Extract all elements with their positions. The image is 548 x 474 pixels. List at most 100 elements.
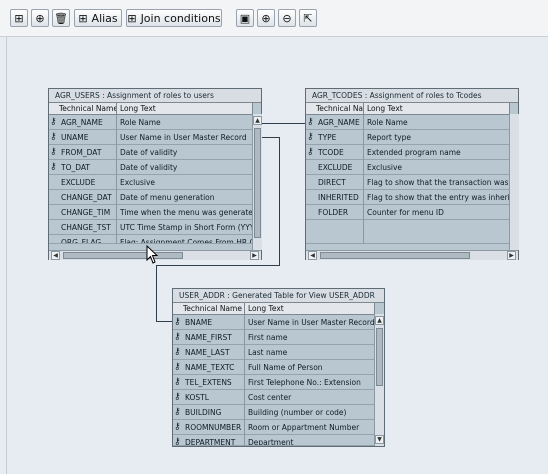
field-name: BNAME — [185, 318, 213, 327]
zoom-in-button[interactable]: ⊕ — [257, 9, 275, 27]
table-row[interactable]: ⚷ AGR_NAME Role Name — [306, 115, 510, 130]
table-title[interactable]: AGR_TCODES : Assignment of roles to Tcod… — [306, 89, 518, 103]
scroll-thumb[interactable] — [320, 252, 470, 259]
delete-table-button[interactable]: 🗑 — [52, 9, 70, 27]
field-text: Report type — [364, 130, 510, 145]
scroll-thumb[interactable] — [376, 328, 383, 386]
field-name: CHANGE_DAT — [49, 190, 117, 205]
table-row[interactable]: ⚷ ROOMNUMBER Room or Appartment Number — [173, 420, 375, 435]
table-row[interactable]: ⚷ KOSTL Cost center — [173, 390, 375, 405]
table-agr-users[interactable]: AGR_USERS : Assignment of roles to users… — [48, 88, 262, 260]
field-text: First name — [245, 330, 375, 345]
key-field-icon: ⚷ — [174, 332, 181, 342]
zoom-out-icon: ⊖ — [282, 11, 292, 25]
table-row[interactable]: ⚷ UNAME User Name in User Master Record — [49, 130, 253, 145]
key-field-icon: ⚷ — [174, 362, 181, 372]
join-line-agr-name — [258, 123, 305, 124]
join-conditions-button[interactable]: ⊞ Join conditions — [126, 9, 222, 27]
table-row[interactable]: INHERITED Flag to show that the entry wa… — [306, 190, 510, 205]
key-field-icon: ⚷ — [50, 117, 57, 127]
table-row[interactable]: ORG_FLAG Flag: Assignment Comes From HR … — [49, 235, 253, 244]
table-row[interactable]: CHANGE_TIM Time when the menu was genera… — [49, 205, 253, 220]
scroll-left-icon[interactable]: ◀ — [308, 251, 317, 260]
field-name: EXCLUDE — [306, 160, 364, 175]
field-text: Flag: Assignment Comes From HR Org — [117, 235, 253, 244]
key-field-icon: ⚷ — [307, 147, 314, 157]
table-row[interactable]: ⚷ DEPARTMENT Department — [173, 435, 375, 446]
table-row[interactable]: ⚷ TO_DAT Date of validity — [49, 160, 253, 175]
table-row[interactable]: ⚷ BUILDING Building (number or code) — [173, 405, 375, 420]
join-icon: ⊞ — [127, 11, 137, 25]
scroll-left-icon[interactable]: ◀ — [51, 251, 60, 260]
field-name: NAME_LAST — [185, 348, 230, 357]
table-row[interactable]: DIRECT Flag to show that the transaction… — [306, 175, 510, 190]
table-header: Technical Name Long Text — [306, 103, 510, 115]
field-text: Role Name — [117, 115, 253, 130]
horizontal-scrollbar[interactable]: ◀ ▶ — [306, 250, 518, 260]
scroll-thumb[interactable] — [63, 252, 183, 259]
scroll-thumb[interactable] — [254, 128, 261, 238]
alias-label: Alias — [91, 11, 118, 25]
zoom-out-button[interactable]: ⊖ — [278, 9, 296, 27]
alias-icon: ⊞ — [78, 11, 88, 25]
table-row[interactable]: CHANGE_TST UTC Time Stamp in Short Form … — [49, 220, 253, 235]
scroll-right-icon[interactable]: ▶ — [507, 251, 516, 260]
key-field-icon: ⚷ — [174, 347, 181, 357]
field-text: Counter for menu ID — [364, 205, 510, 220]
table-row[interactable]: ⚷ BNAME User Name in User Master Record — [173, 315, 375, 330]
export-button[interactable]: ⇱ — [299, 9, 317, 27]
table-header: Technical Name Long Text — [173, 303, 375, 315]
scroll-up-icon[interactable]: ▲ — [253, 116, 262, 125]
table-row[interactable]: FOLDER Counter for menu ID — [306, 205, 510, 220]
table-row[interactable]: EXCLUDE Exclusive — [49, 175, 253, 190]
field-text: Role Name — [364, 115, 510, 130]
vertical-scrollbar[interactable]: ▲ ▼ — [374, 314, 384, 446]
insert-table-button[interactable]: ⊕ — [31, 9, 49, 27]
table-row[interactable]: ⚷ NAME_TEXTC Full Name of Person — [173, 360, 375, 375]
header-long-text: Long Text — [245, 303, 375, 314]
alias-button[interactable]: ⊞ Alias — [74, 9, 122, 27]
field-name: TCODE — [318, 148, 344, 157]
field-text: Exclusive — [364, 160, 510, 175]
field-name: TO_DAT — [61, 163, 91, 172]
scroll-up-icon[interactable]: ▲ — [375, 316, 384, 325]
header-long-text: Long Text — [117, 103, 253, 114]
table-row[interactable]: ⚷ TCODE Extended program name — [306, 145, 510, 160]
field-text: User Name in User Master Record — [245, 315, 375, 330]
overview-icon: ▣ — [239, 11, 251, 25]
overview-button[interactable]: ▣ — [236, 9, 254, 27]
table-row[interactable]: ⚷ TYPE Report type — [306, 130, 510, 145]
table-row[interactable]: CHANGE_DAT Date of menu generation — [49, 190, 253, 205]
table-row[interactable]: ⚷ FROM_DAT Date of validity — [49, 145, 253, 160]
field-name: CHANGE_TIM — [49, 205, 117, 220]
scroll-down-icon[interactable]: ▼ — [375, 435, 384, 444]
insert-table-icon: ⊕ — [35, 11, 45, 25]
table-row[interactable]: EXCLUDE Exclusive — [306, 160, 510, 175]
table-row[interactable]: ⚷ TEL_EXTENS First Telephone No.: Extensi… — [173, 375, 375, 390]
field-name: EXCLUDE — [49, 175, 117, 190]
field-name: FROM_DAT — [61, 148, 102, 157]
table-row[interactable]: ⚷ AGR_NAME Role Name — [49, 115, 253, 130]
key-field-icon: ⚷ — [307, 117, 314, 127]
field-text: Room or Appartment Number — [245, 420, 375, 435]
table-title[interactable]: USER_ADDR : Generated Table for View USE… — [173, 289, 384, 303]
field-text: Department — [245, 435, 375, 446]
header-technical-name: Technical Name — [173, 303, 245, 314]
scroll-right-icon[interactable]: ▶ — [250, 251, 259, 260]
toolbar: ⊞ ⊕ 🗑 ⊞ Alias ⊞ Join conditions ▣ ⊕ ⊖ ⇱ — [0, 0, 548, 37]
display-tables-button[interactable]: ⊞ — [10, 9, 28, 27]
key-field-icon: ⚷ — [174, 437, 181, 446]
field-text: Date of menu generation — [117, 190, 253, 205]
table-row[interactable]: ⚷ NAME_LAST Last name — [173, 345, 375, 360]
vertical-scrollbar[interactable] — [509, 114, 519, 250]
table-agr-tcodes[interactable]: AGR_TCODES : Assignment of roles to Tcod… — [305, 88, 519, 260]
table-row[interactable]: ⚷ NAME_FIRST First name — [173, 330, 375, 345]
field-text: Date of validity — [117, 145, 253, 160]
field-name: NAME_TEXTC — [185, 363, 235, 372]
table-title[interactable]: AGR_USERS : Assignment of roles to users — [49, 89, 261, 103]
table-user-addr[interactable]: USER_ADDR : Generated Table for View USE… — [172, 288, 385, 447]
table-display-icon: ⊞ — [14, 11, 24, 25]
field-name: KOSTL — [185, 393, 209, 402]
vertical-scrollbar[interactable]: ▲ — [252, 114, 262, 250]
field-name: DIRECT — [306, 175, 364, 190]
